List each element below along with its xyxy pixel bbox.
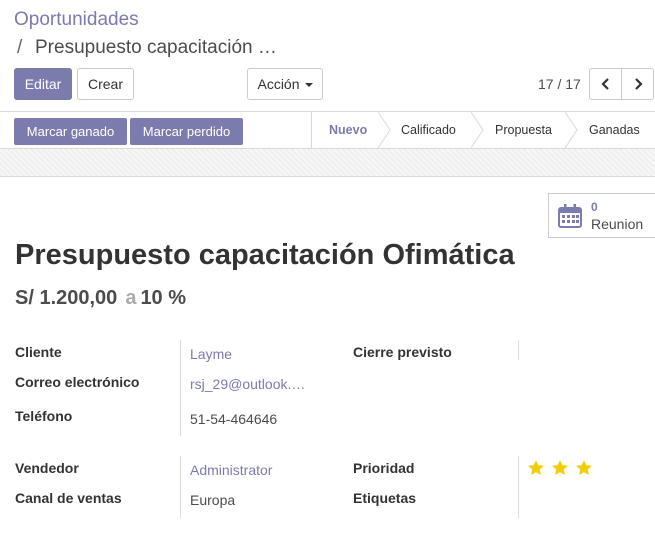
client-field[interactable]: Layme bbox=[190, 346, 232, 362]
action-label: Acción bbox=[257, 76, 300, 92]
stage-propuesta[interactable]: Propuesta bbox=[495, 112, 552, 148]
pager-next-button[interactable] bbox=[621, 68, 654, 100]
stage-divider-icon bbox=[471, 112, 484, 148]
control-panel: Oportunidades / Presupuesto capacitación… bbox=[0, 0, 655, 111]
star-icon[interactable] bbox=[575, 459, 593, 477]
field-divider bbox=[180, 340, 181, 436]
meetings-smart-button[interactable]: 0 Reunion bbox=[548, 193, 655, 238]
action-dropdown[interactable]: Acción bbox=[247, 68, 323, 100]
breadcrumb-separator: / bbox=[17, 37, 23, 58]
tags-label: Etiquetas bbox=[353, 490, 417, 506]
at-label: a bbox=[125, 287, 137, 309]
expected-closing-label: Cierre previsto bbox=[353, 344, 452, 360]
phone-field[interactable]: 51-54-464646 bbox=[190, 411, 277, 427]
client-label: Cliente bbox=[15, 344, 62, 360]
breadcrumb-current: Presupuesto capacitación … bbox=[35, 37, 277, 58]
pager-previous-button[interactable] bbox=[589, 68, 622, 100]
status-bar: Marcar ganado Marcar perdido Nuevo Calif… bbox=[0, 111, 655, 149]
breadcrumb-root-link[interactable]: Oportunidades bbox=[14, 9, 139, 31]
star-icon[interactable] bbox=[527, 459, 545, 477]
stage-nuevo[interactable]: Nuevo bbox=[329, 112, 367, 148]
priority-label: Prioridad bbox=[353, 460, 415, 476]
chevron-right-icon bbox=[634, 78, 643, 90]
sales-channel-field[interactable]: Europa bbox=[190, 492, 235, 508]
pager-value: 17 / 17 bbox=[538, 76, 581, 92]
expected-revenue: S/ 1.200,00 bbox=[15, 287, 118, 309]
form-sheet: 0 Reunion Presupuesto capacitación Ofimá… bbox=[0, 177, 655, 546]
sales-channel-label: Canal de ventas bbox=[15, 490, 122, 506]
email-field[interactable]: rsj_29@outlook.… bbox=[190, 376, 305, 392]
stage-calificado[interactable]: Calificado bbox=[401, 112, 456, 148]
phone-label: Teléfono bbox=[15, 408, 73, 424]
mark-lost-button[interactable]: Marcar perdido bbox=[130, 118, 243, 145]
stage-divider-icon bbox=[378, 112, 391, 148]
meetings-label: Reunion bbox=[591, 216, 644, 232]
probability: 10 % bbox=[140, 287, 187, 309]
sheet-background bbox=[0, 149, 655, 177]
mark-won-button[interactable]: Marcar ganado bbox=[14, 118, 127, 145]
field-divider bbox=[180, 456, 181, 518]
meetings-count: 0 bbox=[591, 200, 598, 214]
stage-divider-icon bbox=[565, 112, 578, 148]
expected-revenue-line: S/ 1.200,00 a 10 % bbox=[15, 287, 186, 310]
field-divider bbox=[518, 340, 519, 360]
create-button[interactable]: Crear bbox=[77, 68, 134, 100]
calendar-icon bbox=[558, 204, 582, 228]
caret-down-icon bbox=[304, 83, 313, 88]
chevron-left-icon bbox=[600, 78, 609, 90]
opportunity-title: Presupuesto capacitación Ofimática bbox=[15, 239, 515, 271]
stage-selector: Nuevo Calificado Propuesta Ganadas bbox=[311, 112, 640, 148]
stage-ganadas[interactable]: Ganadas bbox=[589, 112, 640, 148]
salesperson-label: Vendedor bbox=[15, 460, 79, 476]
email-label: Correo electrónico bbox=[15, 374, 140, 390]
field-divider bbox=[518, 456, 519, 518]
star-icon[interactable] bbox=[551, 459, 569, 477]
salesperson-field[interactable]: Administrator bbox=[190, 462, 272, 478]
edit-button[interactable]: Editar bbox=[14, 68, 72, 100]
priority-stars bbox=[527, 459, 593, 477]
